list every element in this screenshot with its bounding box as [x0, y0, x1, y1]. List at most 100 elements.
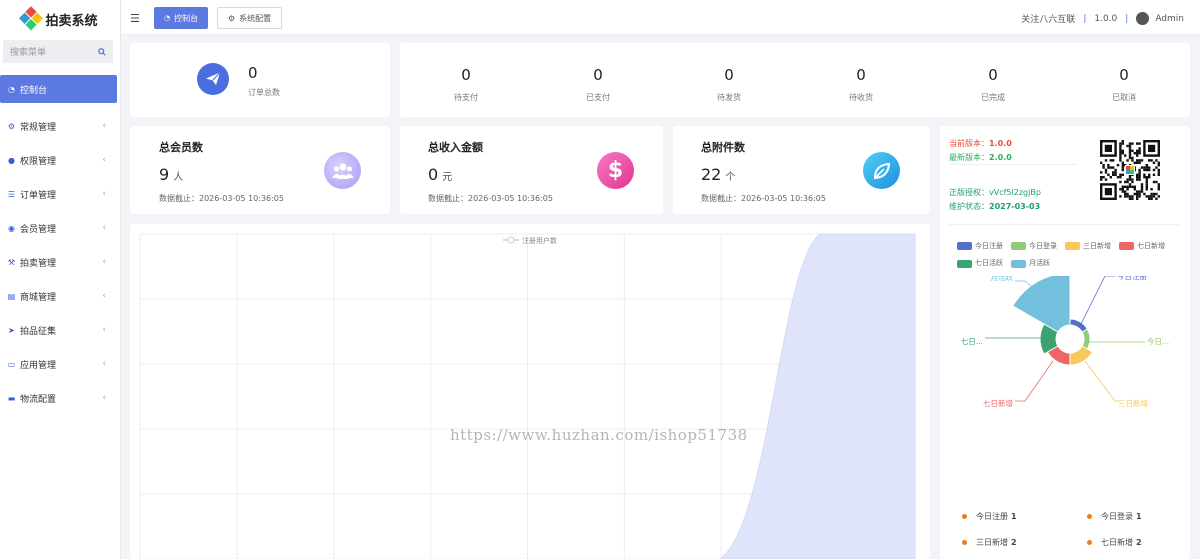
- license-info: 正版授权：vVcf5l2zgjBp: [949, 186, 1041, 200]
- divider: |: [1083, 13, 1087, 24]
- sidebar-item-auction[interactable]: ⚒ 拍卖管理 ‹: [0, 245, 120, 279]
- qr-module: [1100, 178, 1103, 181]
- qr-module: [1155, 197, 1158, 200]
- legend-label: 三日新增: [1083, 241, 1111, 250]
- card-deadline: 数据截止：2026-03-05 10:36:05: [159, 194, 284, 203]
- revenue-card: 总收入金额 0元 数据截止：2026-03-05 10:36:05 $: [400, 126, 663, 214]
- bottom-stat-value: 2: [1011, 538, 1017, 547]
- members-card: 总会员数 9人 数据截止：2026-03-05 10:36:05: [130, 126, 390, 214]
- sidebar-item-label: 常规管理: [20, 122, 57, 133]
- divider: [949, 224, 1179, 225]
- qr-module: [1119, 180, 1122, 184]
- legend-item[interactable]: 今日登录: [1011, 241, 1057, 252]
- qr-module: [1143, 173, 1146, 176]
- follow-link[interactable]: 关注八六互联: [1021, 12, 1075, 25]
- paper-plane-icon: [197, 63, 229, 95]
- qr-module: [1102, 164, 1105, 167]
- order-stat-label: 已完成: [981, 93, 1005, 102]
- qr-module: [1152, 173, 1156, 176]
- sidebar-item-general[interactable]: ⚙ 常规管理 ‹: [0, 109, 120, 143]
- qr-module: [1109, 159, 1112, 162]
- qr-module: [1128, 149, 1132, 152]
- users-icon: ●: [8, 155, 15, 165]
- bullet-icon: [1087, 514, 1092, 519]
- sidebar-item-orders[interactable]: ☰ 订单管理 ‹: [0, 177, 120, 211]
- qr-module: [1131, 197, 1134, 200]
- search-icon[interactable]: [98, 47, 106, 56]
- sidebar-item-members[interactable]: ◉ 会员管理 ‹: [0, 211, 120, 245]
- legend-item[interactable]: 月活跃: [1011, 258, 1050, 269]
- gear-icon: ⚙: [228, 13, 236, 23]
- order-stat-label: 已取消: [1112, 93, 1136, 102]
- pie-slice: [1069, 345, 1094, 366]
- bullet-icon: [962, 540, 967, 545]
- attachments-value: 22: [701, 165, 722, 184]
- qr-module: [1157, 173, 1160, 176]
- qr-module: [1119, 188, 1122, 191]
- list-icon: ☰: [7, 189, 16, 199]
- qr-module: [1136, 159, 1139, 162]
- label-line: [1079, 276, 1115, 327]
- legend-swatch: [957, 242, 972, 250]
- app-name: 拍卖系统: [45, 13, 98, 29]
- legend-item[interactable]: 七日活跃: [957, 258, 1003, 269]
- bottom-stat: 今日注册 1: [962, 511, 1017, 522]
- qr-module: [1119, 152, 1122, 155]
- order-stat: 0 已完成: [953, 66, 1033, 103]
- qr-module: [1155, 166, 1158, 169]
- qr-module: [1114, 171, 1117, 174]
- divider: [949, 164, 1077, 165]
- user-menu[interactable]: Admin: [1136, 12, 1184, 25]
- qr-module: [1148, 166, 1151, 169]
- qr-module: [1155, 180, 1158, 184]
- sidebar-item-apps[interactable]: ▭ 应用管理 ‹: [0, 347, 120, 381]
- qr-module: [1126, 159, 1129, 162]
- chevron-left-icon: ‹: [102, 393, 106, 403]
- qr-module: [1121, 142, 1124, 145]
- qr-module: [1148, 159, 1151, 162]
- qr-module: [1104, 178, 1108, 181]
- sidebar-item-mall[interactable]: ▤ 商城管理 ‹: [0, 279, 120, 313]
- qr-module: [1124, 185, 1127, 188]
- qr-module: [1109, 166, 1112, 169]
- truck-icon: ▬: [7, 393, 16, 403]
- order-stat-label: 已支付: [586, 93, 610, 102]
- legend-item[interactable]: 七日新增: [1119, 241, 1165, 252]
- chevron-left-icon: ‹: [102, 359, 106, 369]
- qr-module: [1119, 156, 1122, 160]
- menu-toggle-icon[interactable]: ☰: [130, 12, 140, 25]
- legend-item[interactable]: 三日新增: [1065, 241, 1111, 252]
- qr-module: [1133, 161, 1136, 164]
- card-title: 总收入金额: [428, 141, 483, 154]
- sidebar-item-label: 控制台: [20, 85, 48, 96]
- sidebar-item-collection[interactable]: ➤ 拍品征集 ‹: [0, 313, 120, 347]
- tab-system-config[interactable]: ⚙ 系统配置: [217, 7, 283, 29]
- legend-item[interactable]: 今日注册: [957, 241, 1003, 252]
- leaf-icon: [863, 152, 900, 189]
- sidebar-item-permission[interactable]: ● 权限管理 ‹: [0, 143, 120, 177]
- qr-module: [1157, 164, 1160, 167]
- version-text: 1.0.0: [1094, 13, 1118, 24]
- tab-dashboard[interactable]: ◔ 控制台: [154, 7, 209, 29]
- app-logo[interactable]: 拍卖系统: [0, 0, 120, 38]
- bottom-stat-label: 今日注册: [976, 512, 1008, 521]
- qr-module: [1150, 188, 1153, 191]
- qr-module: [1128, 195, 1132, 198]
- user-circle-icon: ◉: [8, 223, 15, 233]
- order-stat-value: 0: [724, 66, 734, 84]
- qr-module: [1121, 152, 1124, 155]
- legend-label: 今日登录: [1029, 241, 1057, 250]
- qr-module: [1126, 144, 1129, 148]
- sidebar-item-dashboard[interactable]: ◔ 控制台: [0, 75, 117, 103]
- search-input[interactable]: 搜索菜单: [3, 40, 113, 63]
- qr-module: [1138, 152, 1141, 155]
- sidebar-item-logistics[interactable]: ▬ 物流配置 ‹: [0, 381, 120, 415]
- user-name: Admin: [1155, 13, 1184, 24]
- qr-module: [1152, 195, 1156, 198]
- qr-module: [1119, 159, 1122, 162]
- qr-module: [1157, 185, 1160, 188]
- order-stat-label: 待支付: [454, 93, 478, 102]
- qr-module: [1119, 173, 1122, 176]
- qr-module: [1152, 180, 1156, 184]
- qr-module: [1128, 176, 1132, 179]
